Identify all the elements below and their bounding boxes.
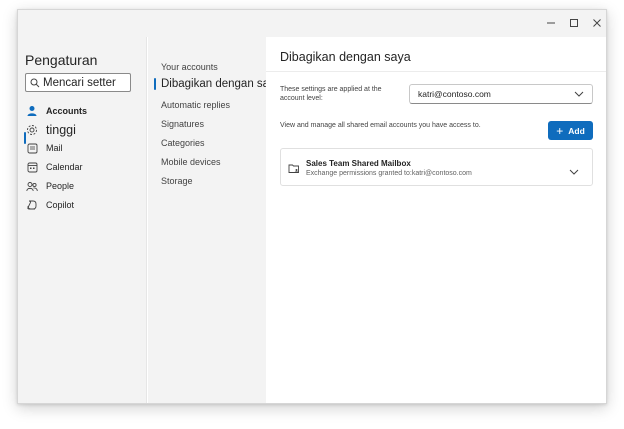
sidebar-item-label: Copilot (46, 200, 75, 210)
close-icon (593, 19, 601, 27)
maximize-button[interactable] (566, 15, 582, 31)
subnav-item-your-accounts[interactable]: Your accounts (161, 62, 218, 72)
person-icon (25, 104, 39, 118)
people-icon (25, 179, 39, 193)
gear-icon (25, 123, 39, 137)
sidebar-item-people[interactable]: People (25, 177, 74, 195)
sidebar-item-copilot[interactable]: Copilot (25, 196, 74, 214)
add-shared-account-button[interactable]: + Add (548, 121, 593, 140)
calendar-icon (25, 160, 39, 174)
subnav-item-shared-with-me[interactable]: Dibagikan dengan saya (161, 78, 281, 90)
sidebar-item-calendar[interactable]: Calendar (25, 158, 83, 176)
shared-mailbox-card[interactable]: Sales Team Shared Mailbox Exchange permi… (280, 148, 593, 186)
sidebar-item-accounts[interactable]: Accounts (25, 102, 87, 120)
mailbox-permissions: Exchange permissions granted to:katri@co… (306, 170, 472, 177)
plus-icon: + (556, 123, 564, 138)
maximize-icon (570, 19, 578, 27)
account-select-value: katri@contoso.com (418, 89, 491, 99)
shared-mailbox-icon (288, 161, 300, 179)
sidebar-item-label: Calendar (46, 162, 83, 172)
title-bar (18, 10, 606, 37)
subnav-item-signatures[interactable]: Signatures (161, 119, 204, 129)
expand-chevron-icon[interactable] (569, 162, 579, 180)
account-select-dropdown[interactable]: katri@contoso.com (409, 84, 593, 104)
account-level-label: These settings are applied at the accoun… (280, 86, 382, 102)
subnav-item-mobile-devices[interactable]: Mobile devices (161, 157, 221, 167)
search-icon (30, 78, 40, 87)
mailbox-name: Sales Team Shared Mailbox (306, 159, 411, 168)
copilot-icon (25, 198, 39, 212)
sidebar-item-label: Accounts (46, 106, 88, 116)
subnav-item-automatic-replies[interactable]: Automatic replies (161, 100, 230, 110)
settings-window: Pengaturan Mencari setter Accounts tingg… (17, 9, 607, 404)
settings-title: Pengaturan (25, 52, 98, 68)
search-placeholder: Mencari setter (43, 76, 116, 89)
add-button-label: Add (568, 125, 585, 136)
minimize-button[interactable] (543, 15, 559, 31)
close-button[interactable] (589, 15, 605, 31)
title-divider (266, 71, 606, 72)
shared-accounts-description: View and manage all shared email account… (280, 122, 481, 129)
minimize-icon (547, 22, 555, 24)
subnav-item-storage[interactable]: Storage (161, 176, 193, 186)
sidebar-item-general[interactable]: tinggi (25, 121, 76, 139)
settings-sidebar: Pengaturan Mencari setter Accounts tingg… (18, 37, 147, 403)
sidebar-item-mail[interactable]: Mail (25, 139, 63, 157)
active-subnav-indicator (154, 78, 156, 90)
settings-subnav: Your accounts Dibagikan dengan saya Auto… (148, 37, 281, 403)
sidebar-item-label: People (46, 181, 75, 191)
subnav-item-categories[interactable]: Categories (161, 138, 205, 148)
sidebar-item-label: tinggi (46, 123, 76, 137)
settings-search-input[interactable]: Mencari setter (25, 73, 131, 92)
settings-content: Dibagikan dengan saya These settings are… (266, 37, 606, 403)
mail-icon (25, 141, 39, 155)
sidebar-item-label: Mail (46, 143, 63, 153)
page-title: Dibagikan dengan saya (280, 50, 411, 64)
chevron-down-icon (574, 91, 584, 97)
